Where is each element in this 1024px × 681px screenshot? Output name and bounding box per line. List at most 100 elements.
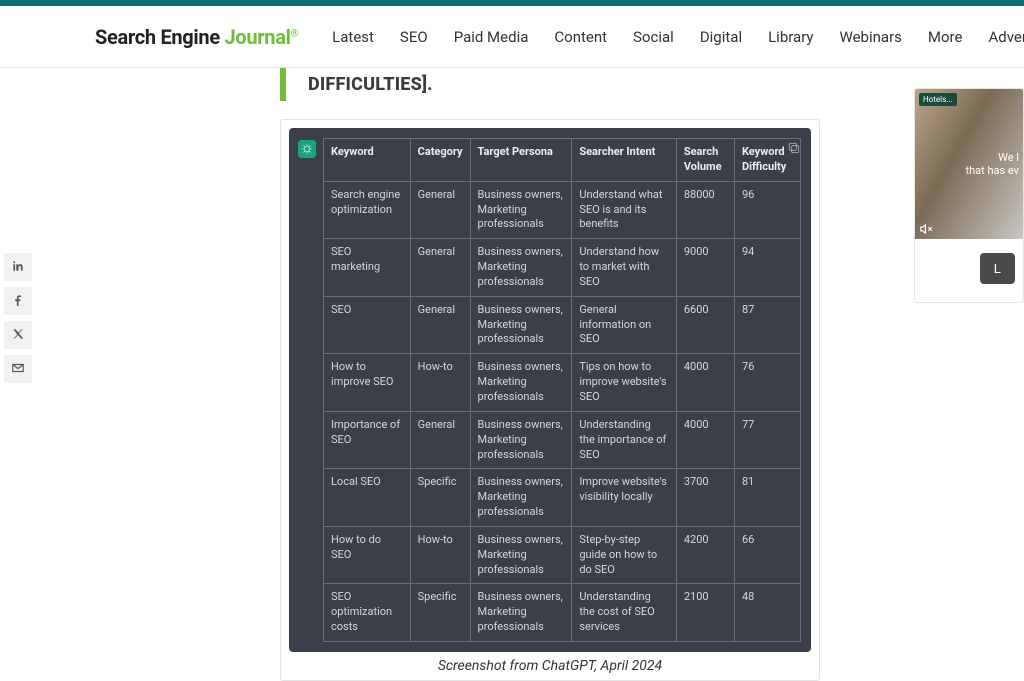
site-header: Search Engine Journal® Latest SEO Paid M… bbox=[0, 6, 1024, 68]
cell-category: General bbox=[410, 411, 470, 469]
ad-cta-button[interactable]: L bbox=[980, 253, 1015, 284]
nav-advertise[interactable]: Advertise bbox=[988, 28, 1024, 46]
table-row: Local SEOSpecificBusiness owners, Market… bbox=[324, 469, 801, 527]
cell-category: How-to bbox=[410, 526, 470, 584]
nav-more[interactable]: More bbox=[928, 28, 963, 46]
ad-button-row: L bbox=[915, 239, 1023, 302]
cell-volume: 4000 bbox=[676, 354, 734, 412]
cell-keyword: Importance of SEO bbox=[324, 411, 411, 469]
ad-line2: that has ev bbox=[965, 164, 1019, 177]
cell-persona: Business owners, Marketing professionals bbox=[470, 411, 572, 469]
nav-paid-media[interactable]: Paid Media bbox=[454, 28, 529, 46]
cell-difficulty: 76 bbox=[734, 354, 800, 412]
cell-keyword: Local SEO bbox=[324, 469, 411, 527]
col-category: Category bbox=[410, 139, 470, 182]
cell-persona: Business owners, Marketing professionals bbox=[470, 296, 572, 354]
table-row: SEO optimization costsSpecificBusiness o… bbox=[324, 584, 801, 642]
linkedin-icon bbox=[11, 258, 25, 277]
cell-difficulty: 66 bbox=[734, 526, 800, 584]
facebook-icon bbox=[11, 292, 25, 311]
cell-difficulty: 77 bbox=[734, 411, 800, 469]
figure-caption: Screenshot from ChatGPT, April 2024 bbox=[438, 652, 662, 676]
cell-volume: 3700 bbox=[676, 469, 734, 527]
nav-content[interactable]: Content bbox=[554, 28, 607, 46]
cell-persona: Business owners, Marketing professionals bbox=[470, 584, 572, 642]
col-intent: Searcher Intent bbox=[572, 139, 677, 182]
share-x-button[interactable] bbox=[4, 321, 32, 349]
cell-volume: 88000 bbox=[676, 181, 734, 239]
cell-category: Specific bbox=[410, 584, 470, 642]
chatgpt-table-frame: Keyword Category Target Persona Searcher… bbox=[289, 128, 811, 652]
cell-volume: 2100 bbox=[676, 584, 734, 642]
blockquote: DIFFICULTIES]. bbox=[280, 68, 820, 101]
share-email-button[interactable] bbox=[4, 355, 32, 383]
nav-library[interactable]: Library bbox=[768, 28, 813, 46]
table-row: Importance of SEOGeneralBusiness owners,… bbox=[324, 411, 801, 469]
nav-digital[interactable]: Digital bbox=[700, 28, 742, 46]
cell-intent: Understand how to market with SEO bbox=[572, 239, 677, 297]
nav-social[interactable]: Social bbox=[633, 28, 674, 46]
cell-volume: 6600 bbox=[676, 296, 734, 354]
table-header-row: Keyword Category Target Persona Searcher… bbox=[324, 139, 801, 182]
share-linkedin-button[interactable] bbox=[4, 253, 32, 281]
main-nav: Latest SEO Paid Media Content Social Dig… bbox=[332, 28, 1024, 46]
col-keyword: Keyword bbox=[324, 139, 411, 182]
logo-registered: ® bbox=[291, 28, 299, 39]
cell-volume: 4200 bbox=[676, 526, 734, 584]
cell-difficulty: 48 bbox=[734, 584, 800, 642]
cell-keyword: Search engine optimization bbox=[324, 181, 411, 239]
ad-line1: We l bbox=[965, 151, 1019, 164]
cell-intent: Understand what SEO is and its benefits bbox=[572, 181, 677, 239]
cell-volume: 9000 bbox=[676, 239, 734, 297]
cell-category: General bbox=[410, 239, 470, 297]
table-row: How to improve SEOHow-toBusiness owners,… bbox=[324, 354, 801, 412]
cell-category: General bbox=[410, 296, 470, 354]
cell-keyword: SEO optimization costs bbox=[324, 584, 411, 642]
cell-persona: Business owners, Marketing professionals bbox=[470, 526, 572, 584]
table-row: How to do SEOHow-toBusiness owners, Mark… bbox=[324, 526, 801, 584]
article-content: DIFFICULTIES]. Keyword Category Target P… bbox=[95, 68, 915, 681]
table-row: Search engine optimizationGeneralBusines… bbox=[324, 181, 801, 239]
keyword-table: Keyword Category Target Persona Searcher… bbox=[323, 138, 801, 642]
cell-keyword: SEO marketing bbox=[324, 239, 411, 297]
social-share-rail bbox=[4, 253, 32, 383]
cell-keyword: How to improve SEO bbox=[324, 354, 411, 412]
nav-latest[interactable]: Latest bbox=[332, 28, 374, 46]
col-persona: Target Persona bbox=[470, 139, 572, 182]
cell-keyword: SEO bbox=[324, 296, 411, 354]
mute-icon[interactable] bbox=[919, 221, 933, 235]
ad-overlay-text: We l that has ev bbox=[965, 151, 1019, 177]
sidebar-ad[interactable]: Hotels... We l that has ev L bbox=[914, 88, 1024, 303]
cell-intent: Understanding the cost of SEO services bbox=[572, 584, 677, 642]
cell-persona: Business owners, Marketing professionals bbox=[470, 181, 572, 239]
col-volume: Search Volume bbox=[676, 139, 734, 182]
logo-text-2: Journal bbox=[225, 25, 291, 49]
cell-intent: Understanding the importance of SEO bbox=[572, 411, 677, 469]
cell-keyword: How to do SEO bbox=[324, 526, 411, 584]
cell-volume: 4000 bbox=[676, 411, 734, 469]
ad-image: Hotels... We l that has ev bbox=[915, 89, 1023, 239]
nav-webinars[interactable]: Webinars bbox=[840, 28, 902, 46]
cell-category: General bbox=[410, 181, 470, 239]
table-row: SEOGeneralBusiness owners, Marketing pro… bbox=[324, 296, 801, 354]
chatgpt-avatar-icon bbox=[298, 140, 316, 158]
cell-intent: Step-by-step guide on how to do SEO bbox=[572, 526, 677, 584]
cell-difficulty: 81 bbox=[734, 469, 800, 527]
nav-seo[interactable]: SEO bbox=[400, 28, 428, 46]
cell-intent: Improve website's visibility locally bbox=[572, 469, 677, 527]
blockquote-text: DIFFICULTIES]. bbox=[308, 74, 820, 95]
page-body: DIFFICULTIES]. Keyword Category Target P… bbox=[0, 68, 1024, 681]
cell-persona: Business owners, Marketing professionals bbox=[470, 354, 572, 412]
share-facebook-button[interactable] bbox=[4, 287, 32, 315]
cell-persona: Business owners, Marketing professionals bbox=[470, 469, 572, 527]
copy-button[interactable] bbox=[787, 140, 801, 154]
x-icon bbox=[11, 326, 25, 345]
cell-intent: Tips on how to improve website's SEO bbox=[572, 354, 677, 412]
cell-difficulty: 87 bbox=[734, 296, 800, 354]
site-logo[interactable]: Search Engine Journal® bbox=[95, 25, 298, 49]
cell-intent: General information on SEO bbox=[572, 296, 677, 354]
email-icon bbox=[11, 360, 25, 379]
cell-difficulty: 96 bbox=[734, 181, 800, 239]
table-row: SEO marketingGeneralBusiness owners, Mar… bbox=[324, 239, 801, 297]
figure: Keyword Category Target Persona Searcher… bbox=[280, 119, 820, 681]
